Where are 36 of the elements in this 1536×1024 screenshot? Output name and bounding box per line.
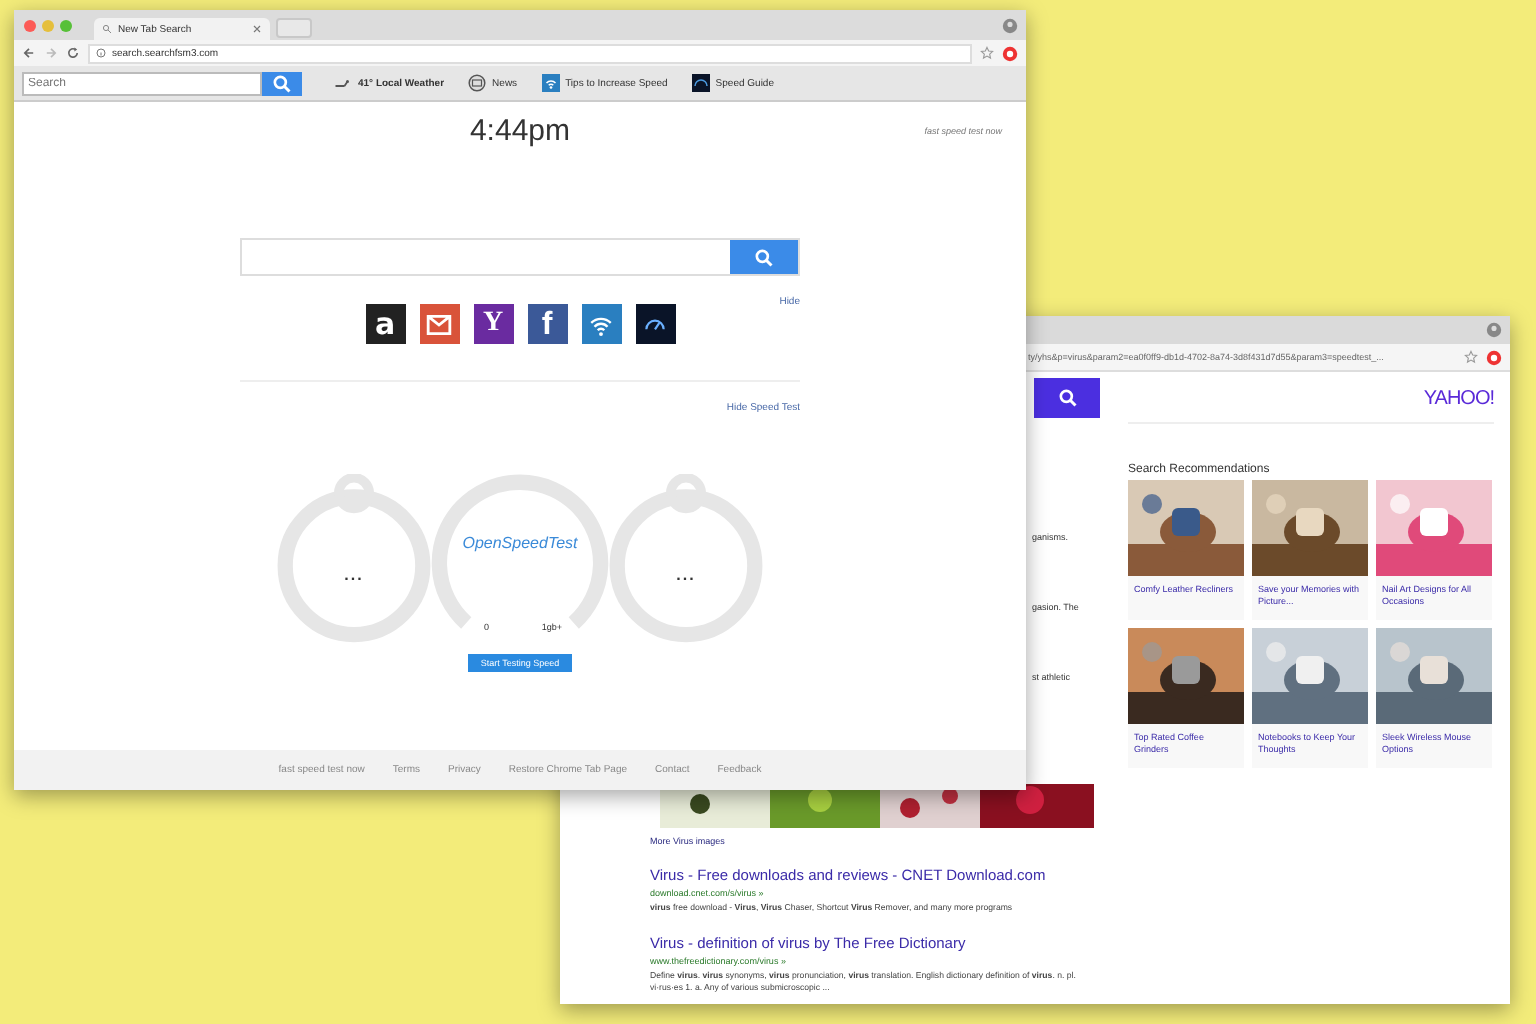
envelope-icon [426,311,452,337]
close-icon[interactable] [252,24,262,34]
weather-icon [334,74,352,92]
amazon-shortcut[interactable]: a [365,304,405,344]
speedometer-icon [691,74,710,92]
clock-time: 4:44pm [469,114,571,148]
speed-shortcut[interactable] [635,304,675,344]
info-icon [96,48,106,58]
search-button[interactable] [730,240,798,274]
star-icon[interactable] [1464,350,1478,364]
profile-icon[interactable] [1002,17,1018,33]
search-field[interactable] [240,238,800,276]
star-icon[interactable] [980,46,994,60]
search-icon [1057,388,1077,408]
search-icon [272,73,292,93]
search-icon [102,24,112,34]
wifi-icon [541,74,560,92]
search-button[interactable] [1034,378,1100,418]
gauge-reading: ... [676,566,696,584]
facebook-shortcut[interactable]: f [527,304,567,344]
logo[interactable]: YAHOO! [1423,388,1494,410]
search-icon [754,247,774,267]
wifi-shortcut[interactable] [581,304,621,344]
search-button[interactable] [262,71,302,95]
profile-icon[interactable] [1486,322,1502,338]
back-icon[interactable] [22,46,36,60]
extension-icon[interactable] [1002,45,1018,61]
newspaper-icon [468,74,487,92]
yahoo-shortcut[interactable]: Y [473,304,513,344]
gauge-reading: ... [344,566,364,584]
close-button[interactable] [24,19,36,31]
forward-icon[interactable] [44,46,58,60]
extension-icon[interactable] [1486,349,1502,365]
logo: OpenSpeedTest [462,534,578,552]
reload-icon[interactable] [66,46,80,60]
mail-shortcut[interactable] [419,304,459,344]
